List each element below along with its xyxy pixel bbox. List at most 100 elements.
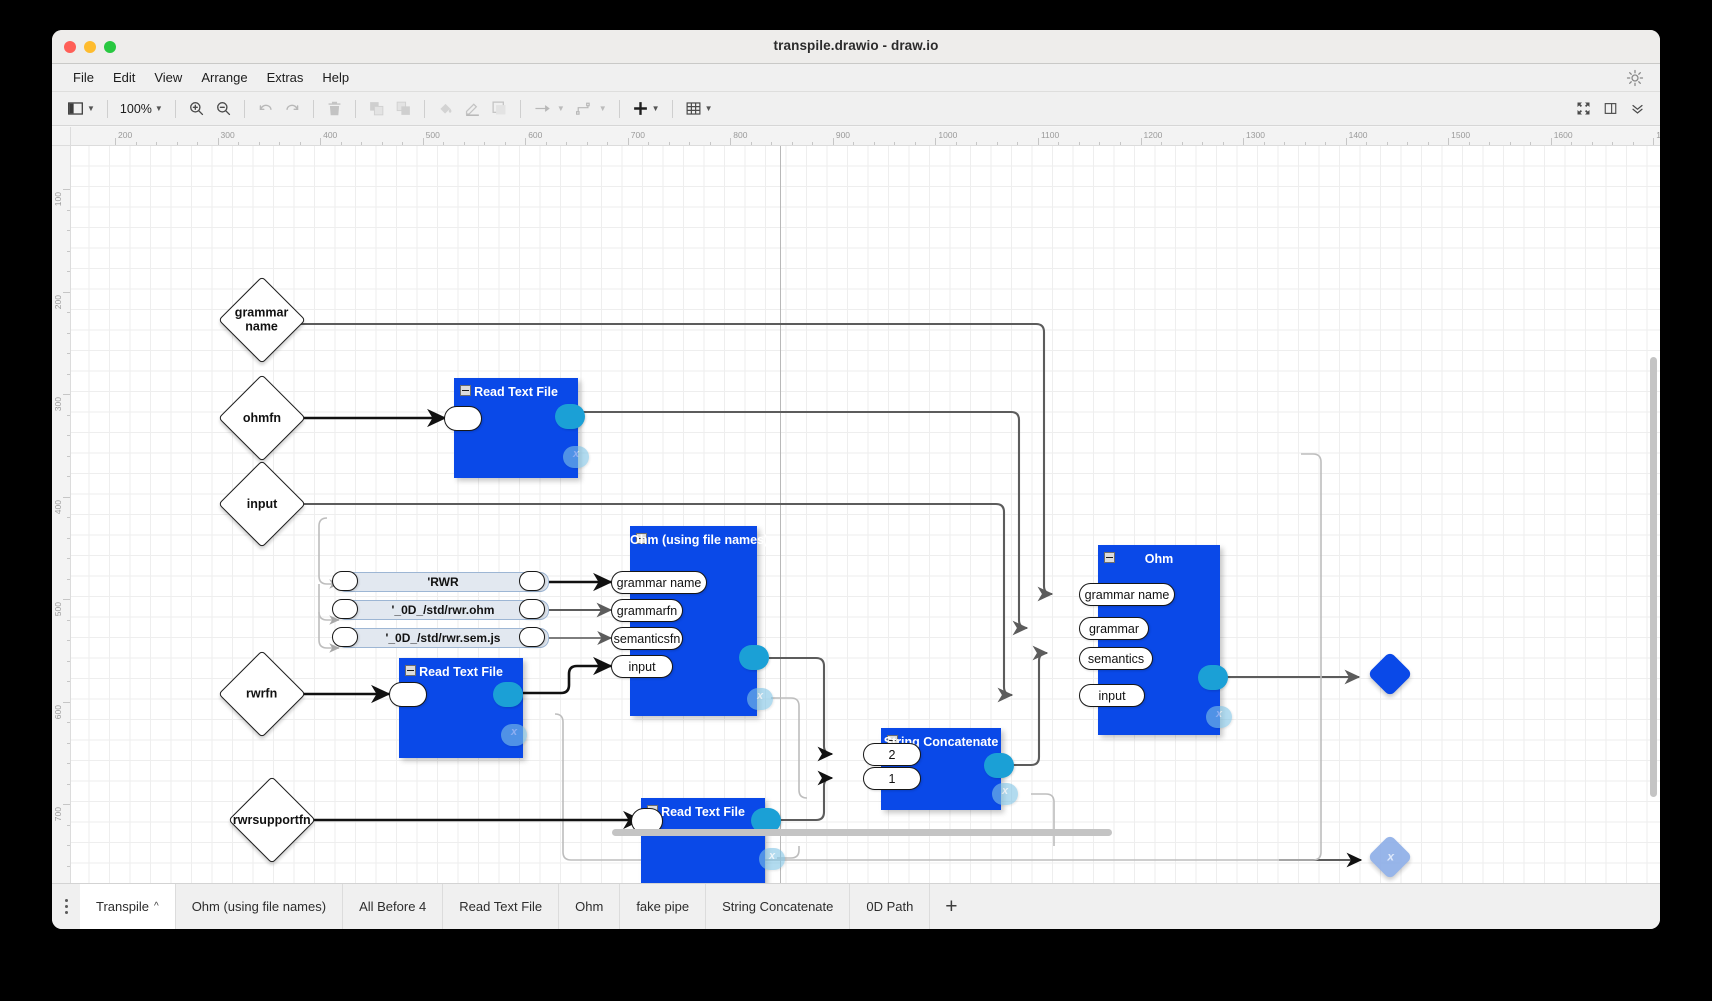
constant-out-port[interactable] — [519, 571, 545, 591]
ruler-tick — [1037, 138, 1039, 145]
diagram-canvas[interactable]: grammar name ohmfn input rwrfn rwrsupport… — [71, 146, 1660, 883]
port-out-rtf2[interactable] — [493, 682, 523, 707]
fill-color-button[interactable] — [432, 97, 459, 121]
ruler-minor-tick — [894, 142, 896, 145]
port-in-rtf1[interactable] — [444, 406, 482, 431]
constant-in-port[interactable] — [332, 599, 358, 619]
output-ghost-mark: x — [1387, 849, 1395, 864]
shadow-button[interactable] — [486, 97, 513, 121]
port-out-rtf1[interactable] — [555, 404, 585, 429]
fullscreen-button[interactable] — [1571, 97, 1596, 121]
to-back-button[interactable] — [390, 97, 417, 121]
menu-file[interactable]: File — [64, 68, 103, 87]
line-color-button[interactable] — [459, 97, 486, 121]
sheet-tab-transpile[interactable]: Transpile ^ — [80, 884, 176, 929]
sheet-tab-string-concatenate[interactable]: String Concatenate — [706, 884, 851, 929]
port-in-strcat-1[interactable]: 1 — [863, 767, 921, 790]
port-out-ohm-secondary[interactable] — [1206, 706, 1232, 728]
constant-row-rwr-sem-js[interactable]: '_0D_/std/rwr.sem.js — [337, 628, 549, 648]
zoom-in-button[interactable] — [183, 97, 210, 121]
constant-out-port[interactable] — [519, 599, 545, 619]
port-in-ohm-semantics[interactable]: semantics — [1079, 647, 1153, 670]
menu-arrange[interactable]: Arrange — [192, 68, 256, 87]
port-in-ohmfiles-grammarfn[interactable]: grammarfn — [611, 599, 683, 622]
zoom-level-button[interactable]: 100% ▼ — [115, 97, 168, 121]
port-out-rtf1-secondary[interactable] — [563, 446, 589, 468]
port-out-ohm[interactable] — [1198, 665, 1228, 690]
toolbar-divider — [618, 99, 620, 118]
ruler-minor-tick — [1591, 142, 1593, 145]
ruler-minor-tick — [67, 517, 70, 519]
delete-icon — [328, 101, 341, 116]
sheet-tab-fake-pipe[interactable]: fake pipe — [620, 884, 707, 929]
constant-in-port[interactable] — [332, 627, 358, 647]
sheet-tab-read-text-file[interactable]: Read Text File — [443, 884, 560, 929]
edge-style-button[interactable]: ▼ — [570, 97, 612, 121]
port-in-ohm-grammar-name[interactable]: grammar name — [1079, 583, 1175, 606]
ruler-minor-tick — [67, 476, 70, 478]
constant-out-port[interactable] — [519, 627, 545, 647]
menu-view[interactable]: View — [145, 68, 191, 87]
input-node-label: ohmfn — [242, 410, 282, 425]
port-label: semanticsfn — [613, 631, 681, 646]
menu-edit[interactable]: Edit — [104, 68, 144, 87]
constant-row-rwr-ohm[interactable]: '_0D_/std/rwr.ohm — [337, 600, 549, 620]
kebab-menu-icon[interactable] — [52, 884, 80, 929]
insert-button[interactable]: ▼ — [627, 97, 665, 121]
add-sheet-button[interactable]: + — [930, 884, 972, 929]
sheet-tab-0d-path[interactable]: 0D Path — [850, 884, 931, 929]
port-in-ohmfiles-input[interactable]: input — [611, 655, 673, 678]
title-bar: transpile.drawio - draw.io — [52, 30, 1660, 64]
port-out-ohmfiles[interactable] — [739, 645, 769, 670]
port-out-rtf2-secondary[interactable] — [501, 724, 527, 746]
ruler-minor-tick — [67, 619, 70, 621]
constant-value: '_0D_/std/rwr.sem.js — [385, 631, 501, 645]
menu-help[interactable]: Help — [313, 68, 358, 87]
brightness-sun-icon[interactable] — [1626, 69, 1644, 87]
format-panel-button[interactable] — [1598, 97, 1623, 121]
collapse-toolbar-button[interactable] — [1625, 97, 1650, 121]
vertical-ruler[interactable]: 100 200 300 400 500 600 700 — [52, 146, 71, 883]
port-in-strcat-2[interactable]: 2 — [863, 743, 921, 766]
undo-button[interactable] — [252, 97, 279, 121]
to-front-button[interactable] — [363, 97, 390, 121]
constant-row-rwr[interactable]: 'RWR — [337, 572, 549, 592]
toolbar-divider — [354, 99, 356, 118]
toolbar: ▼ 100% ▼ ▼ ▼ ▼ ▼ — [52, 92, 1660, 126]
table-icon — [686, 102, 701, 115]
vertical-scrollbar[interactable] — [1650, 357, 1657, 797]
block-title: Read Text File — [419, 665, 503, 679]
port-out-strcat-secondary[interactable] — [992, 783, 1018, 805]
table-button[interactable]: ▼ — [680, 97, 718, 121]
ruler-label: 200 — [53, 294, 63, 309]
ruler-minor-tick — [750, 142, 752, 145]
sheet-tab-ohm-using-file-names[interactable]: Ohm (using file names) — [176, 884, 344, 929]
horizontal-ruler[interactable]: 200 300 400 500 600 700 800 900 1000 1100 1200 1300… — [71, 127, 1660, 146]
horizontal-scrollbar[interactable] — [612, 829, 1112, 836]
ruler-minor-tick — [67, 845, 70, 847]
port-in-ohm-grammar[interactable]: grammar — [1079, 617, 1149, 640]
input-node-label: input — [246, 496, 278, 511]
block-read-text-file-3[interactable]: Read Text File — [641, 798, 765, 883]
port-in-ohmfiles-grammar-name[interactable]: grammar name — [611, 571, 707, 594]
port-in-ohmfiles-semanticsfn[interactable]: semanticsfn — [611, 627, 683, 650]
ruler-minor-tick — [67, 353, 70, 355]
menu-extras[interactable]: Extras — [258, 68, 313, 87]
view-layers-button[interactable]: ▼ — [62, 97, 100, 121]
port-label: grammar name — [616, 575, 702, 590]
constant-in-port[interactable] — [332, 571, 358, 591]
sheet-tab-ohm[interactable]: Ohm — [559, 884, 621, 929]
zoom-out-button[interactable] — [210, 97, 237, 121]
port-in-ohm-input[interactable]: input — [1079, 684, 1145, 707]
waypoints-button[interactable]: ▼ — [528, 97, 570, 121]
delete-button[interactable] — [321, 97, 348, 121]
port-out-ohmfiles-secondary[interactable] — [747, 688, 773, 710]
waypoints-icon — [535, 105, 550, 112]
port-out-strcat[interactable] — [984, 753, 1014, 778]
sheet-tab-all-before-4[interactable]: All Before 4 — [343, 884, 444, 929]
ruler-corner — [52, 127, 71, 146]
redo-button[interactable] — [279, 97, 306, 121]
port-in-rtf2[interactable] — [389, 682, 427, 707]
undo-icon — [259, 104, 272, 111]
port-out-rtf3-secondary[interactable] — [759, 848, 785, 870]
